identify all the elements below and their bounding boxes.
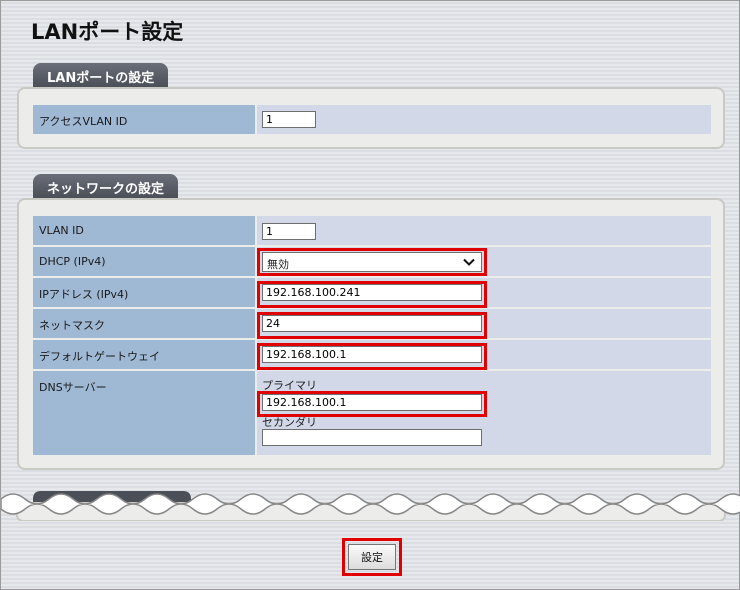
dhcp-selected-value: 無効	[267, 258, 289, 271]
ip-address-value-cell	[257, 278, 711, 307]
dns-primary-input[interactable]	[262, 394, 482, 411]
network-table: VLAN ID DHCP (IPv4) 無効 IPアドレス (IPv4) ネ	[33, 216, 711, 456]
page-title: LANポート設定	[31, 20, 184, 44]
netmask-input[interactable]	[262, 315, 482, 332]
lan-port-section-tab: LANポートの設定	[33, 63, 169, 87]
dhcp-value-cell: 無効	[257, 247, 711, 276]
netmask-label: ネットマスク	[33, 309, 255, 338]
dhcp-select[interactable]: 無効	[262, 252, 482, 272]
gateway-input[interactable]	[262, 346, 482, 363]
lan-port-table: アクセスVLAN ID	[33, 105, 711, 134]
page-break-wave	[1, 491, 740, 521]
gateway-label: デフォルトゲートウェイ	[33, 340, 255, 369]
access-vlan-input[interactable]	[262, 111, 316, 128]
ip-address-input[interactable]	[262, 284, 482, 301]
dhcp-label: DHCP (IPv4)	[33, 247, 255, 276]
access-vlan-label: アクセスVLAN ID	[33, 105, 255, 134]
lan-port-panel: アクセスVLAN ID	[17, 87, 725, 149]
table-row: IPアドレス (IPv4)	[33, 278, 711, 307]
access-vlan-value-cell	[257, 105, 711, 134]
table-row: DHCP (IPv4) 無効	[33, 247, 711, 276]
table-row: DNSサーバー プライマリ セカンダリ	[33, 371, 711, 455]
ip-address-label: IPアドレス (IPv4)	[33, 278, 255, 307]
table-row: VLAN ID	[33, 216, 711, 245]
table-row: アクセスVLAN ID	[33, 105, 711, 134]
submit-button[interactable]: 設定	[348, 544, 396, 570]
vlan-id-label: VLAN ID	[33, 216, 255, 245]
dns-value-cell: プライマリ セカンダリ	[257, 371, 711, 455]
network-panel: VLAN ID DHCP (IPv4) 無効 IPアドレス (IPv4) ネ	[17, 198, 725, 470]
netmask-value-cell	[257, 309, 711, 338]
table-row: デフォルトゲートウェイ	[33, 340, 711, 369]
vlan-id-value-cell	[257, 216, 711, 245]
dns-secondary-input[interactable]	[262, 429, 482, 446]
network-section-tab: ネットワークの設定	[33, 174, 179, 198]
gateway-value-cell	[257, 340, 711, 369]
dns-secondary-label: セカンダリ	[262, 416, 317, 429]
dns-label: DNSサーバー	[33, 371, 255, 455]
table-row: ネットマスク	[33, 309, 711, 338]
dns-primary-label: プライマリ	[262, 379, 317, 392]
chevron-down-icon	[463, 258, 475, 266]
vlan-id-input[interactable]	[262, 223, 316, 240]
